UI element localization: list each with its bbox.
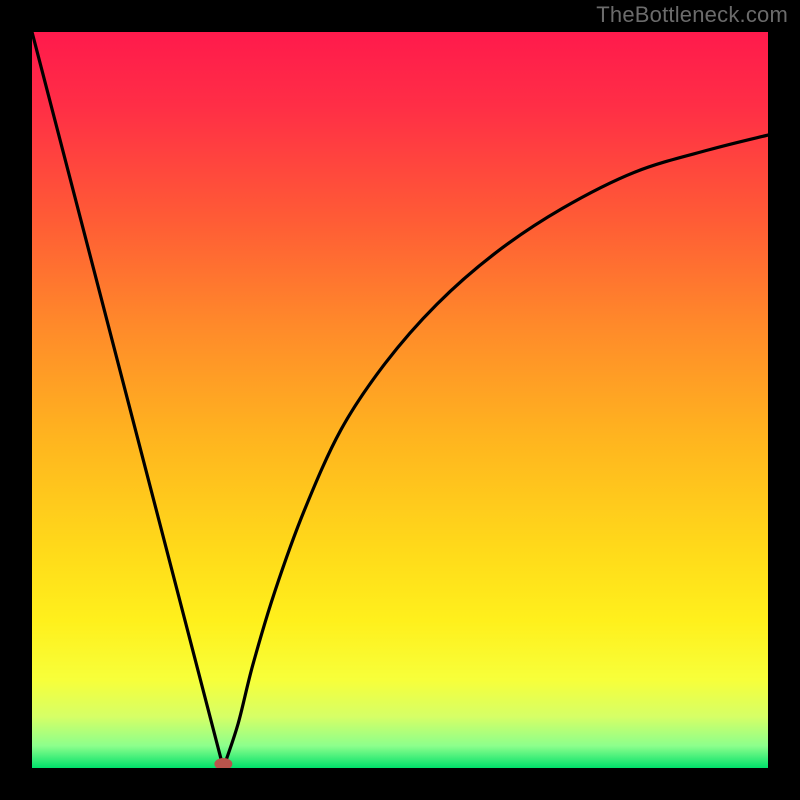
watermark-text: TheBottleneck.com (596, 2, 788, 28)
chart-container: TheBottleneck.com (0, 0, 800, 800)
chart-svg (32, 32, 768, 768)
gradient-background (32, 32, 768, 768)
plot-area (32, 32, 768, 768)
